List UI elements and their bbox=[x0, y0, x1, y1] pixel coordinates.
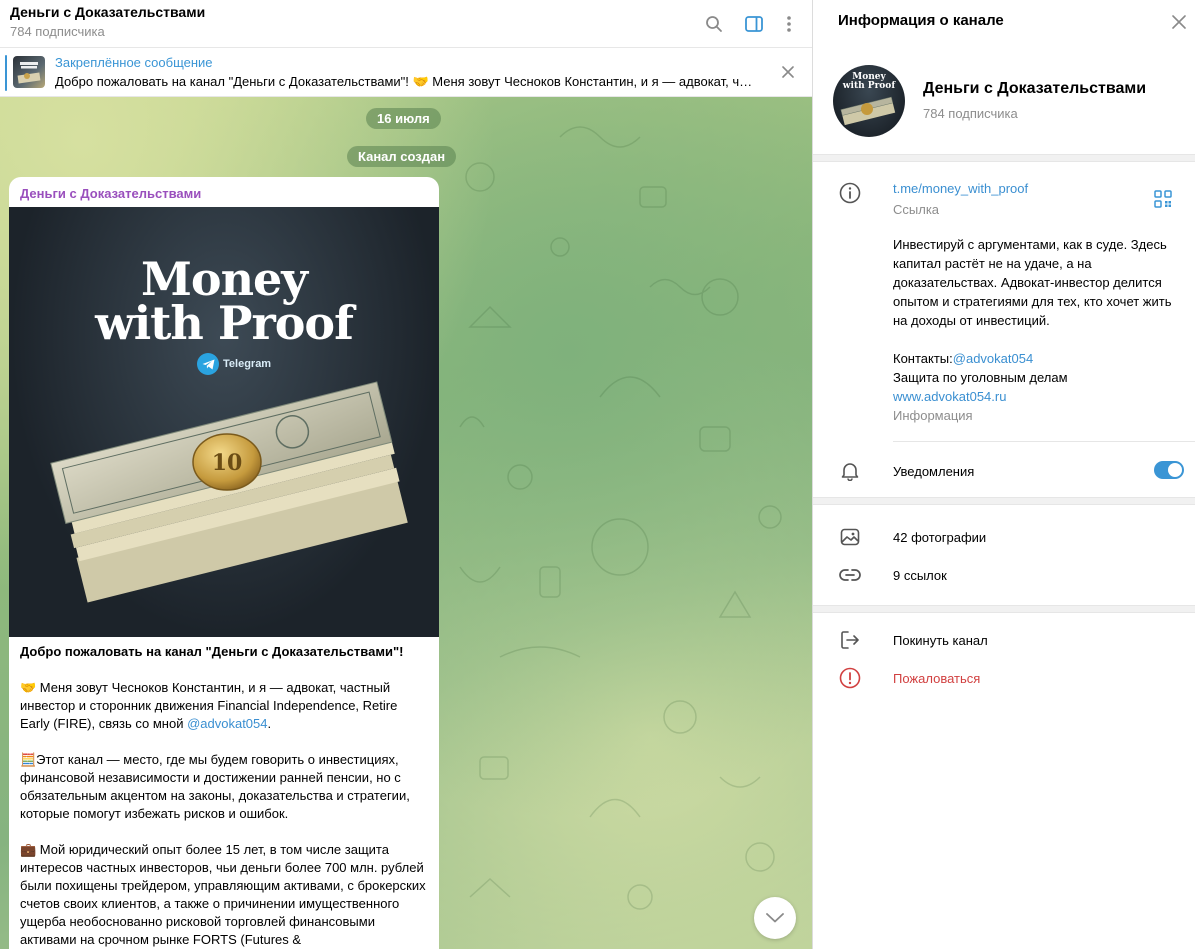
leave-icon bbox=[839, 629, 861, 651]
coin-text: 10 bbox=[212, 450, 243, 476]
info-header-title: Информация о канале bbox=[838, 12, 1004, 29]
bell-icon bbox=[839, 460, 861, 482]
pinned-text: Добро пожаловать на канал "Деньги с Дока… bbox=[55, 74, 755, 89]
post-paragraph-2: 🧮Этот канал — место, где мы будем говори… bbox=[20, 752, 410, 821]
channel-subscribers: 784 подписчика bbox=[923, 106, 1018, 121]
sidebar-toggle-icon[interactable] bbox=[741, 11, 767, 37]
defense-text: Защита по уголовным делам bbox=[893, 370, 1068, 385]
link-icon bbox=[839, 564, 861, 586]
channel-name: Деньги с Доказательствами bbox=[923, 80, 1147, 97]
chevron-down-icon bbox=[766, 913, 784, 923]
search-icon[interactable] bbox=[701, 11, 727, 37]
image-title-line-1: Money bbox=[140, 252, 308, 306]
post-paragraph-1-end: . bbox=[267, 716, 272, 731]
channel-info-pane: Информация о канале Money with Proof Ден… bbox=[812, 0, 1195, 949]
notifications-toggle[interactable] bbox=[1154, 461, 1184, 479]
telegram-logo-icon bbox=[197, 353, 219, 375]
chat-header[interactable]: Деньги с Доказательствами 784 подписчика bbox=[0, 0, 812, 48]
chat-title[interactable]: Деньги с Доказательствами bbox=[10, 4, 205, 20]
pinned-thumbnail bbox=[13, 56, 45, 88]
chat-subscribers: 784 подписчика bbox=[10, 24, 105, 39]
close-pinned-icon[interactable] bbox=[776, 60, 800, 84]
more-options-icon[interactable] bbox=[776, 11, 802, 37]
image-title-line-2: with Proof bbox=[95, 296, 354, 350]
pinned-label: Закреплённое сообщение bbox=[55, 55, 213, 70]
pinned-indicator bbox=[5, 55, 7, 91]
photos-link[interactable]: 42 фотографии bbox=[893, 530, 986, 545]
telegram-brand-text: Telegram bbox=[223, 358, 272, 370]
report-button[interactable]: Пожаловаться bbox=[893, 671, 980, 686]
description-text: Инвестируй с аргументами, как в суде. Зд… bbox=[893, 237, 1172, 328]
divider-line bbox=[893, 441, 1195, 442]
photos-icon bbox=[839, 526, 861, 548]
date-separator: 16 июля bbox=[366, 108, 441, 129]
leave-channel-button[interactable]: Покинуть канал bbox=[893, 633, 988, 648]
links-link[interactable]: 9 ссылок bbox=[893, 568, 947, 583]
post-image[interactable]: 10 Money with Proof Telegram bbox=[9, 207, 439, 637]
author-mention-link[interactable]: @advokat054 bbox=[187, 716, 267, 731]
scroll-down-button[interactable] bbox=[754, 897, 796, 939]
avatar-text-2: with Proof bbox=[842, 81, 896, 91]
website-link[interactable]: www.advokat054.ru bbox=[893, 387, 1183, 406]
close-info-icon[interactable] bbox=[1167, 10, 1191, 34]
channel-avatar[interactable]: Money with Proof bbox=[833, 65, 905, 137]
contacts-label: Контакты: bbox=[893, 351, 953, 366]
post-text: Добро пожаловать на канал "Деньги с Дока… bbox=[20, 643, 430, 949]
post-heading: Добро пожаловать на канал "Деньги с Дока… bbox=[20, 644, 404, 659]
channel-description: Инвестируй с аргументами, как в суде. Зд… bbox=[893, 235, 1183, 425]
qr-code-icon[interactable] bbox=[1154, 190, 1172, 208]
post-paragraph-3: 💼 Мой юридический опыт более 15 лет, в т… bbox=[20, 842, 426, 947]
chat-pane: Деньги с Доказательствами 784 подписчика… bbox=[0, 0, 812, 949]
link-caption: Ссылка bbox=[893, 202, 940, 217]
divider bbox=[813, 605, 1195, 613]
description-caption: Информация bbox=[893, 408, 973, 423]
report-icon bbox=[839, 667, 861, 689]
contacts-link[interactable]: @advokat054 bbox=[953, 351, 1033, 366]
channel-link[interactable]: t.me/money_with_proof bbox=[893, 181, 1028, 196]
channel-post[interactable]: Деньги с Доказательствами 10 Money with … bbox=[9, 177, 439, 949]
divider bbox=[813, 154, 1195, 162]
notifications-label: Уведомления bbox=[893, 464, 975, 479]
info-icon bbox=[839, 182, 861, 204]
post-author[interactable]: Деньги с Доказательствами bbox=[20, 186, 201, 201]
service-message: Канал создан bbox=[347, 146, 457, 167]
pinned-message-bar[interactable]: Закреплённое сообщение Добро пожаловать … bbox=[0, 48, 812, 97]
divider bbox=[813, 497, 1195, 505]
